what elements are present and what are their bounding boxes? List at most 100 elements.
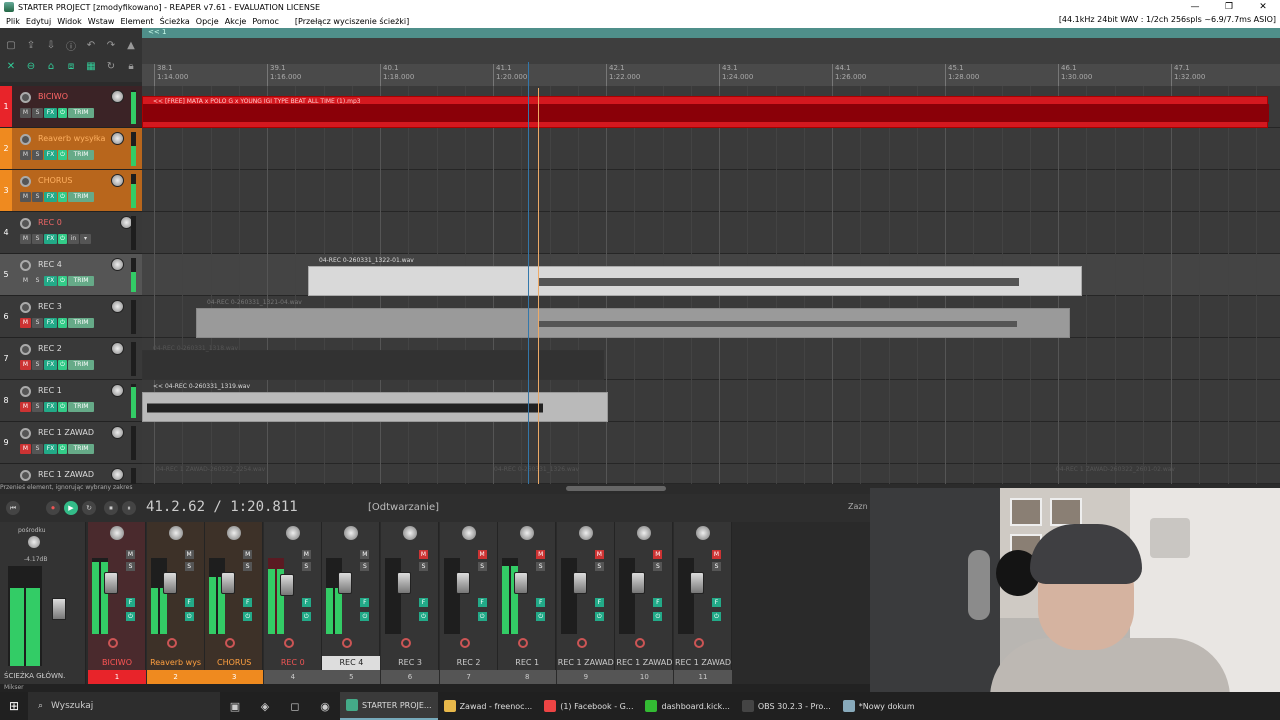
audio-device-info[interactable]: [44.1kHz 24bit WAV : 1/2ch 256spls ~6.9/… [1059,15,1276,24]
solo-button[interactable]: S [32,276,43,286]
mute-button[interactable]: M [419,550,428,559]
envelope-lock-icon[interactable]: ↻ [104,59,118,73]
fx-button[interactable]: F [243,598,253,607]
pan-knob[interactable] [168,526,183,540]
volume-knob[interactable] [111,90,124,103]
master-pan-knob[interactable] [28,536,40,548]
fx-bypass-icon[interactable]: ⏻ [58,108,67,118]
fx-button[interactable]: F [419,598,428,607]
pan-knob[interactable] [285,526,300,540]
fx-button[interactable]: F [653,598,663,607]
trim-button[interactable]: TRIM [68,108,94,118]
redo-icon[interactable]: ↷ [104,38,118,52]
trim-button[interactable]: TRIM [68,150,94,160]
trim-button[interactable]: TRIM [68,318,94,328]
mute-button[interactable]: M [20,318,31,328]
track-name[interactable]: Reaverb wysyłka [38,134,105,143]
record-arm-icon[interactable] [635,638,646,648]
volume-fader[interactable] [514,572,529,594]
minimize-button[interactable]: — [1178,0,1212,14]
open-project-icon[interactable]: ⇪ [24,38,38,52]
fx-button[interactable]: F [126,598,135,607]
track-name[interactable]: REC 1 ZAWAD [38,470,94,479]
solo-button[interactable]: S [32,192,43,202]
track-header[interactable]: 2 Reaverb wysyłka M S FX ⏻ TRIM [0,128,142,170]
solo-button[interactable]: S [653,562,663,571]
record-arm-icon[interactable] [576,638,587,648]
volume-fader[interactable] [338,572,353,594]
fx-bypass-icon[interactable]: ⏻ [477,612,487,621]
fx-button[interactable]: F [594,598,604,607]
mute-button[interactable]: M [20,360,31,370]
timeline-ruler[interactable]: << 1 38.1 1:14.000 39.1 1:16.000 40.1 1:18.… [142,28,1280,86]
volume-fader[interactable] [455,572,470,594]
region-marker-lane[interactable]: << 1 [142,28,1280,38]
solo-button[interactable]: S [32,318,43,328]
solo-button[interactable]: S [301,562,311,571]
track-header[interactable]: 3 CHORUS M S FX ⏻ TRIM [0,170,142,212]
mute-button[interactable]: M [20,192,31,202]
fx-button[interactable]: F [184,598,194,607]
volume-fader[interactable] [690,572,704,594]
volume-fader[interactable] [162,572,177,594]
pan-knob[interactable] [696,526,710,540]
record-arm-icon[interactable] [283,638,294,648]
volume-knob[interactable] [111,300,124,313]
volume-knob[interactable] [111,132,124,145]
fx-button[interactable]: F [360,598,370,607]
channel-name[interactable]: REC 1 [498,656,556,670]
fx-bypass-icon[interactable]: ⏻ [58,360,67,370]
mute-button[interactable]: M [536,550,546,559]
solo-button[interactable]: S [32,150,43,160]
menu-insert[interactable]: Wstaw [88,17,115,26]
volume-fader[interactable] [104,572,118,594]
fx-button[interactable]: FX [44,108,57,118]
record-arm-icon[interactable] [694,638,704,648]
menu-actions[interactable]: Akcje [225,17,247,26]
track-name[interactable]: BICIWO [38,92,68,101]
pan-knob[interactable] [637,526,652,540]
project-settings-icon[interactable]: ⓘ [64,38,78,53]
solo-button[interactable]: S [32,108,43,118]
mute-button[interactable]: M [126,550,135,559]
lock-icon[interactable]: 🔒︎ [124,59,138,73]
chrome-icon[interactable]: ◉ [310,692,340,720]
media-item-rec2[interactable]: 04-REC 0-260331_1318.wav [142,345,604,380]
fx-button[interactable]: FX [44,444,57,454]
input-label[interactable]: in [68,234,79,244]
chevron-down-icon[interactable]: ▾ [80,234,91,244]
item-grouping-icon[interactable]: ⌂ [44,59,58,73]
volume-fader[interactable] [221,572,236,594]
solo-button[interactable]: S [32,360,43,370]
record-arm-icon[interactable] [20,470,31,481]
fx-bypass-icon[interactable]: ⏻ [58,150,67,160]
channel-name[interactable]: CHORUS [205,656,263,670]
track-header[interactable]: REC 1 ZAWAD [0,464,142,502]
volume-knob[interactable] [111,174,124,187]
track-header[interactable]: 1 BICIWO M S FX ⏻ TRIM [0,86,142,128]
fx-bypass-icon[interactable]: ⏻ [58,192,67,202]
fx-button[interactable]: FX [44,150,57,160]
fx-bypass-icon[interactable]: ⏻ [184,612,194,621]
mute-button[interactable]: M [477,550,487,559]
volume-fader[interactable] [572,572,587,594]
track-name[interactable]: REC 4 [38,260,62,269]
fx-button[interactable]: FX [44,276,57,286]
channel-name[interactable]: REC 0 [264,656,322,670]
track-name[interactable]: REC 3 [38,302,62,311]
arrange-view[interactable]: << [FREE] MATA x POLO G x YOUNG IGI TYPE… [142,86,1280,484]
track-name[interactable]: REC 1 ZAWAD [38,428,94,437]
master-fader[interactable] [52,598,66,620]
record-arm-icon[interactable] [20,176,31,187]
loop-marker[interactable]: << 1 [148,28,166,36]
ripple-edit-icon[interactable]: ⊖ [24,59,38,73]
solo-button[interactable]: S [184,562,194,571]
volume-fader[interactable] [279,574,294,596]
record-arm-icon[interactable] [20,134,31,145]
channel-name[interactable]: REC 1 ZAWAD [557,656,615,670]
menu-edit[interactable]: Edytuj [26,17,51,26]
fx-button[interactable]: F [712,598,721,607]
undo-icon[interactable]: ↶ [84,38,98,52]
taskbar-app-button[interactable]: *Nowy dokum [837,692,921,720]
pan-knob[interactable] [578,526,593,540]
